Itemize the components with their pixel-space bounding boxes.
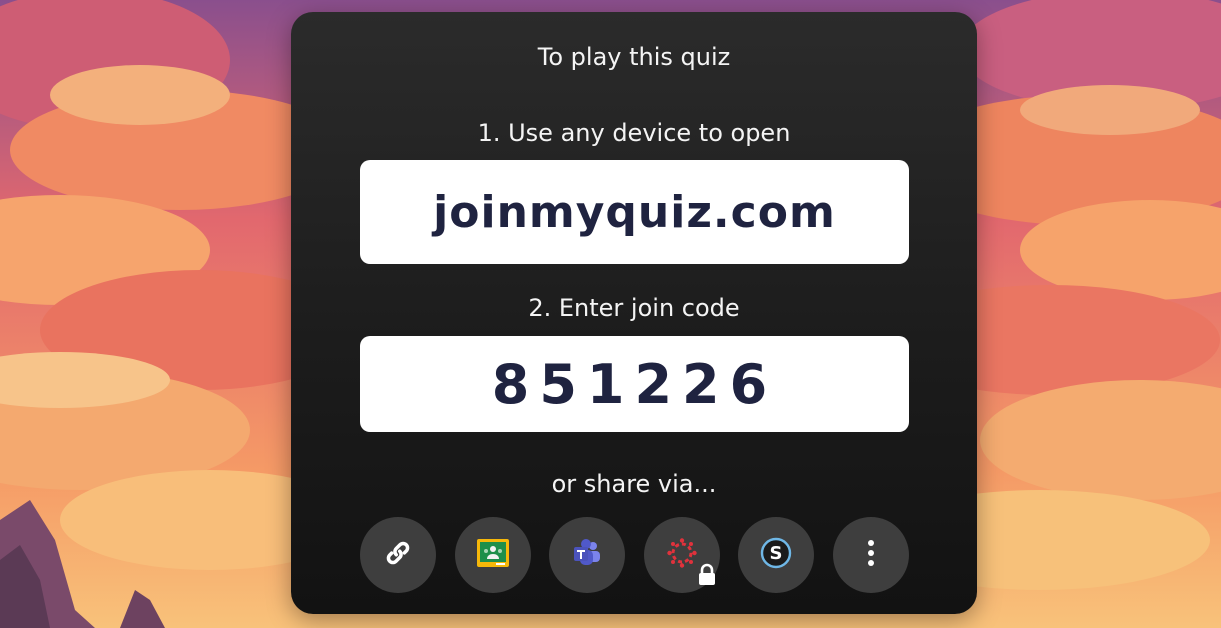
- more-vertical-icon: [866, 539, 876, 571]
- share-buttons-row: S: [360, 517, 909, 593]
- microsoft-teams-icon: [571, 538, 603, 572]
- link-icon: [383, 538, 413, 572]
- join-quiz-card: To play this quiz 1. Use any device to o…: [291, 12, 977, 614]
- share-more-button[interactable]: [832, 517, 909, 593]
- schoology-icon: S: [759, 536, 793, 574]
- join-url-box: joinmyquiz.com: [360, 160, 909, 264]
- share-canvas-button[interactable]: [643, 517, 720, 593]
- svg-text:S: S: [770, 543, 783, 564]
- share-google-classroom-button[interactable]: [454, 517, 531, 593]
- step-2-label: 2. Enter join code: [528, 294, 740, 322]
- canvas-lms-icon: [666, 537, 698, 573]
- share-link-button[interactable]: [360, 517, 436, 593]
- step-1-label: 1. Use any device to open: [477, 119, 791, 147]
- join-url-text: joinmyquiz.com: [433, 186, 836, 238]
- join-code-box: 851226: [360, 336, 909, 432]
- share-microsoft-teams-button[interactable]: [549, 517, 626, 593]
- google-classroom-icon: [476, 538, 510, 572]
- join-code-text: 851226: [491, 352, 778, 416]
- share-label: or share via...: [551, 470, 717, 498]
- card-heading: To play this quiz: [537, 43, 731, 71]
- share-schoology-button[interactable]: S: [738, 517, 815, 593]
- lock-icon: [696, 563, 718, 591]
